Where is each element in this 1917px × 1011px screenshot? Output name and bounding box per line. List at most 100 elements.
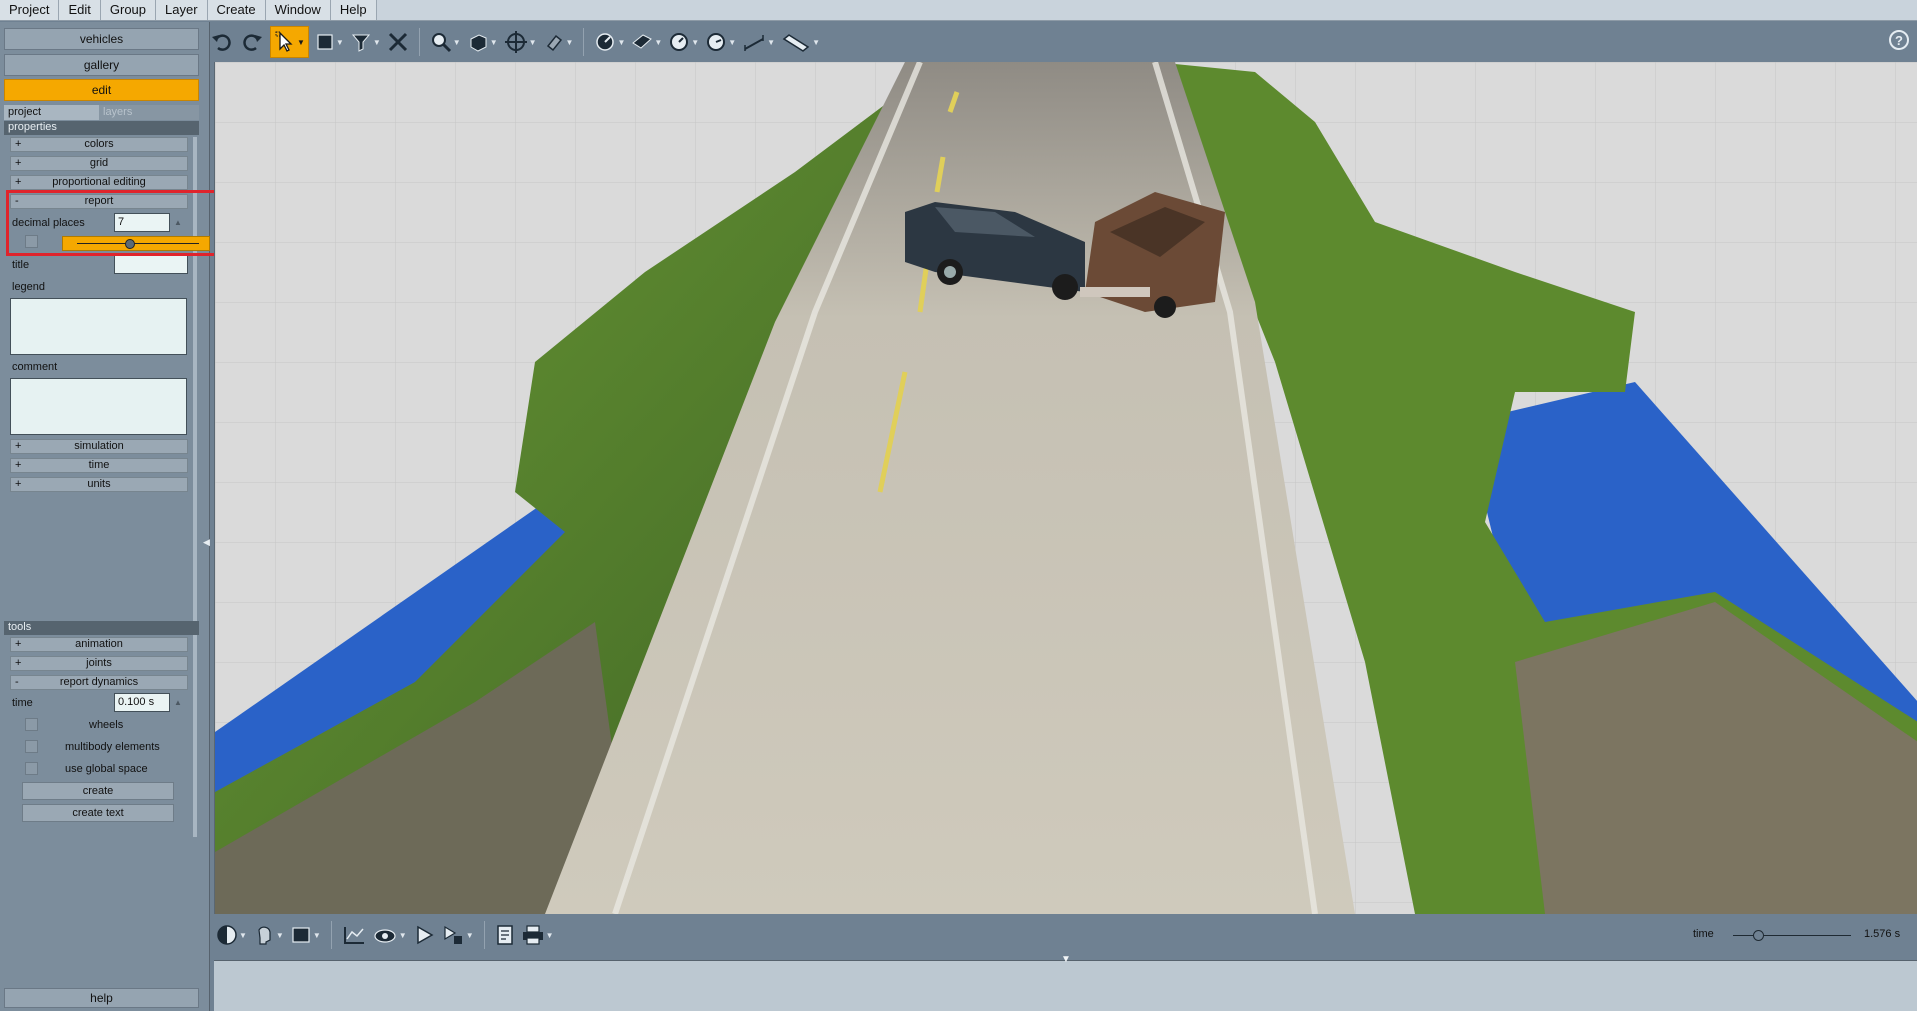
bottom-separator-2 — [483, 921, 485, 949]
group-animation-label: animation — [75, 638, 123, 650]
shading-sphere-icon[interactable]: ▼ — [216, 919, 247, 951]
group-report-dynamics-label: report dynamics — [59, 676, 139, 688]
group-report-dynamics[interactable]: - report dynamics — [10, 675, 188, 690]
toolbar-separator-2 — [583, 28, 585, 56]
tools-scrollbar[interactable] — [193, 637, 197, 837]
expand-sign: + — [15, 657, 22, 669]
multibody-checkbox[interactable] — [25, 740, 38, 753]
gallery-button[interactable]: gallery — [4, 54, 199, 76]
legend-textarea[interactable] — [10, 298, 187, 355]
timeline-slider[interactable] — [1733, 935, 1851, 936]
expand-sign: + — [15, 138, 22, 150]
menu-layer[interactable]: Layer — [156, 0, 208, 20]
redo-icon[interactable] — [240, 26, 264, 58]
group-joints[interactable]: + joints — [10, 656, 188, 671]
edit-button[interactable]: edit — [4, 79, 199, 101]
menu-edit[interactable]: Edit — [59, 0, 101, 20]
select-arrow-icon[interactable]: ▼ — [270, 26, 309, 58]
plane-icon[interactable]: ▼ — [631, 26, 662, 58]
expand-sign: + — [15, 440, 22, 452]
group-grid-label: grid — [89, 157, 109, 169]
global-space-label: use global space — [65, 763, 148, 775]
highlight-annotation — [6, 190, 242, 256]
expand-sign: + — [15, 638, 22, 650]
rectangle-select-icon[interactable]: ▼ — [315, 26, 344, 58]
dynamics-time-spin-icon[interactable]: ▲ — [172, 693, 184, 712]
pin-select-icon[interactable]: ▼ — [350, 26, 381, 58]
tab-layers[interactable]: layers — [99, 105, 199, 120]
wheels-label: wheels — [89, 719, 124, 731]
3d-viewport[interactable] — [214, 62, 1917, 914]
group-joints-label: joints — [86, 657, 112, 669]
help-button[interactable]: help — [4, 988, 199, 1008]
menu-create[interactable]: Create — [207, 0, 266, 20]
toolbar-separator — [418, 28, 420, 56]
ruler-icon[interactable]: ▼ — [781, 26, 820, 58]
menu-help[interactable]: Help — [330, 0, 377, 20]
title-label: title — [12, 259, 30, 271]
global-space-checkbox[interactable] — [25, 762, 38, 775]
expand-sign: + — [15, 478, 22, 490]
dynamics-time-label: time — [12, 697, 33, 709]
create-text-button[interactable]: create text — [22, 804, 174, 822]
wheels-checkbox[interactable] — [25, 718, 38, 731]
bottom-panel-expand-icon[interactable]: ▼ — [1059, 955, 1073, 965]
group-grid[interactable]: + grid — [10, 156, 188, 171]
group-animation[interactable]: + animation — [10, 637, 188, 652]
left-panel: vehicles gallery edit project layers pro… — [0, 22, 210, 1011]
timeline-value: 1.576 s — [1864, 928, 1901, 940]
group-time[interactable]: + time — [10, 458, 188, 473]
camera-orbit-icon[interactable]: ▼ — [372, 919, 407, 951]
menu-window[interactable]: Window — [265, 0, 331, 20]
comment-textarea[interactable] — [10, 378, 187, 435]
box-view-icon[interactable]: ▼ — [467, 26, 498, 58]
create-button[interactable]: create — [22, 782, 174, 800]
expand-sign: + — [15, 176, 22, 188]
group-proportional-editing[interactable]: + proportional editing — [10, 175, 188, 190]
graph-icon[interactable] — [342, 919, 366, 951]
help-question-icon[interactable]: ? — [1889, 30, 1909, 50]
expand-sign: + — [15, 459, 22, 471]
crosshair-move-icon[interactable]: ▼ — [504, 26, 537, 58]
play-icon[interactable] — [413, 919, 435, 951]
tab-project[interactable]: project — [4, 105, 99, 120]
group-units[interactable]: + units — [10, 477, 188, 492]
title-input[interactable] — [114, 255, 188, 274]
magnet-icon[interactable]: ▼ — [543, 26, 573, 58]
undo-icon[interactable] — [210, 26, 234, 58]
vehicles-button[interactable]: vehicles — [4, 28, 199, 50]
zoom-icon[interactable]: ▼ — [430, 26, 461, 58]
dimension-icon[interactable]: ▼ — [742, 26, 775, 58]
legend-label: legend — [12, 281, 46, 293]
timeline-label: time — [1693, 928, 1714, 940]
gauge-icon[interactable]: ▼ — [668, 26, 699, 58]
group-simulation[interactable]: + simulation — [10, 439, 188, 454]
multibody-label: multibody elements — [65, 741, 160, 753]
bottom-toolbar: ▼ ▼ ▼ ▼ ▼ ▼ — [210, 914, 1917, 956]
group-proportional-label: proportional editing — [52, 176, 146, 188]
delete-x-icon[interactable] — [387, 26, 409, 58]
dynamics-time-input[interactable]: 0.100 s — [114, 693, 170, 712]
head-view-icon[interactable]: ▼ — [253, 919, 284, 951]
play-step-icon[interactable]: ▼ — [441, 919, 474, 951]
panel-collapse-icon[interactable]: ◀ — [203, 532, 210, 552]
subtab-bar: project layers — [4, 105, 199, 120]
frame-icon[interactable]: ▼ — [290, 919, 321, 951]
group-simulation-label: simulation — [74, 440, 124, 452]
group-colors-label: colors — [84, 138, 114, 150]
menu-group[interactable]: Group — [100, 0, 157, 20]
gauge-2-icon[interactable]: ▼ — [705, 26, 736, 58]
group-colors[interactable]: + colors — [10, 137, 188, 152]
print-icon[interactable]: ▼ — [521, 919, 554, 951]
group-units-label: units — [87, 478, 111, 490]
tools-header: tools — [4, 621, 199, 635]
comment-label: comment — [12, 361, 58, 373]
bottom-panel — [214, 960, 1917, 1011]
main-toolbar: ▼ ▼ ▼ ▼ ▼ ▼ ▼ ▼ ▼ ▼ ▼ ▼ ▼ — [210, 22, 1917, 62]
group-time-label: time — [88, 459, 110, 471]
scene-render — [215, 62, 1917, 914]
measure-angle-icon[interactable]: ▼ — [594, 26, 625, 58]
report-page-icon[interactable] — [495, 919, 515, 951]
menu-project[interactable]: Project — [0, 0, 60, 20]
menu-bar: Project Edit Group Layer Create Window H… — [0, 0, 1917, 21]
